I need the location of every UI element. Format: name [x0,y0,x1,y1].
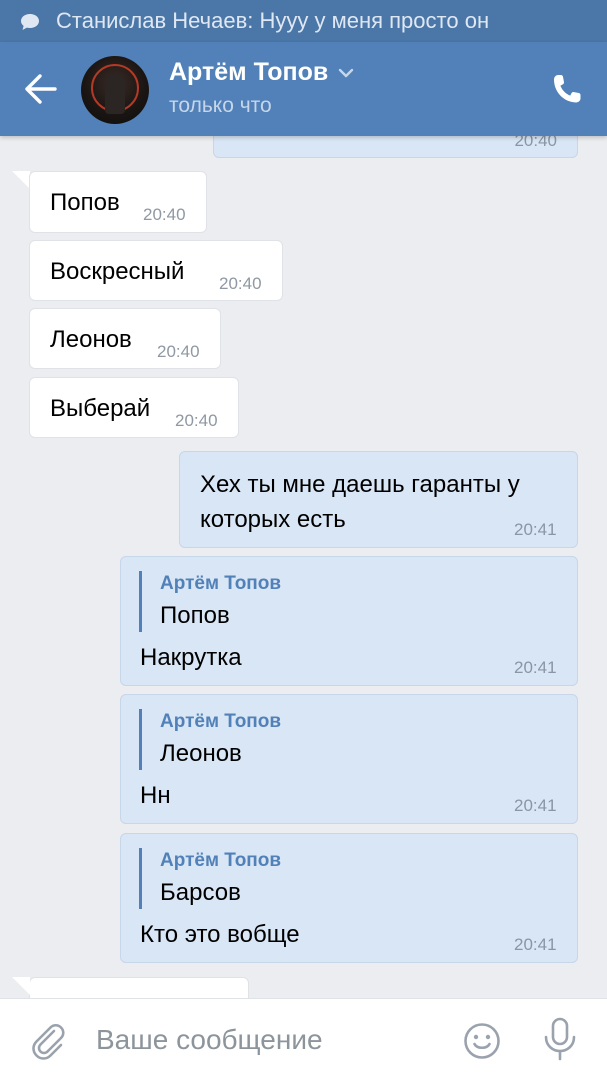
notification-text: Станислав Нечаев: Нууу у меня просто он [56,8,490,33]
message-text: Выберай [50,395,151,422]
message-time: 20:41 [514,658,557,677]
avatar-figure [105,74,125,114]
message-time: 20:41 [514,935,557,954]
attach-button[interactable] [28,1021,68,1061]
contact-name: Артём Топов [169,58,329,86]
message-text: Нн [140,782,171,809]
voice-message-button[interactable] [540,1017,580,1061]
reply-quoted-text: Барсов [160,879,241,906]
reply-author[interactable]: Артём Топов [160,573,281,595]
back-button[interactable] [22,72,60,106]
notification-bar[interactable]: Станислав Нечаев: Нууу у меня просто он [0,0,607,42]
reply-quote-bar [139,848,142,909]
message-incoming[interactable]: Леонов 20:40 [29,308,221,369]
reply-quote-bar [139,709,142,770]
message-text: Леонов [50,326,132,353]
message-text-line2: которых есть [200,506,346,533]
chat-bubble-icon [20,13,40,30]
phone-icon [554,75,581,103]
bubble-tail [12,171,30,189]
back-arrow-icon [25,74,57,104]
call-button[interactable] [551,72,583,106]
message-time: 20:40 [143,205,186,224]
smile-icon [464,1023,500,1059]
message-time: 20:40 [175,411,218,430]
message-composer: Ваше сообщение [0,998,607,1080]
message-time: 20:41 [514,520,557,539]
message-outgoing[interactable]: Хех ты мне даешь гаранты у которых есть … [179,451,578,548]
message-time: 20:40 [157,342,200,361]
message-incoming[interactable]: Выберай 20:40 [29,377,239,438]
avatar[interactable] [81,56,149,124]
contact-status: только что [169,94,272,117]
reply-author[interactable]: Артём Топов [160,711,281,733]
message-text: Кто это вобще [140,921,300,948]
message-incoming[interactable]: Попов 20:40 [29,171,207,233]
reply-quote-bar [139,571,142,632]
message-incoming[interactable]: Воскресный 20:40 [29,240,283,301]
message-text: Попов [50,189,120,216]
message-time: 20:40 [219,274,262,293]
message-text-line1: Хех ты мне даешь гаранты у [200,471,520,498]
microphone-icon [544,1017,576,1061]
message-text: Накрутка [140,644,242,671]
contact-name-dropdown[interactable]: Артём Топов [169,58,354,87]
reply-quoted-text: Попов [160,602,230,629]
message-input[interactable]: Ваше сообщение [96,1024,323,1056]
reply-quoted-text: Леонов [160,740,242,767]
message-text: Воскресный [50,258,185,285]
reply-author[interactable]: Артём Топов [160,850,281,872]
emoji-button[interactable] [462,1021,502,1061]
chat-screen: Станислав Нечаев: Нууу у меня просто он … [0,0,607,1080]
message-time: 20:41 [514,796,557,815]
bubble-tail [12,977,30,995]
paperclip-icon [32,1023,65,1060]
chevron-down-icon [339,68,354,77]
chat-header: Артём Топов только что [0,42,607,136]
